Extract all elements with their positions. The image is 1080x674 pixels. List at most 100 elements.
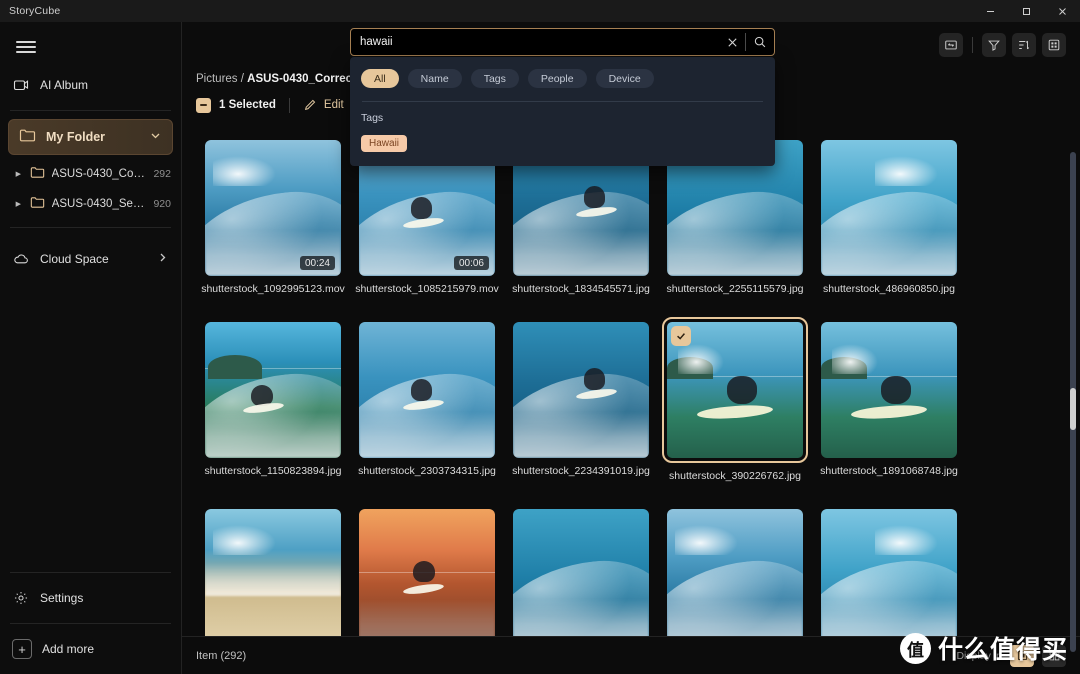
thumbnail-holder[interactable] (821, 509, 957, 636)
vertical-scrollbar[interactable] (1070, 152, 1076, 652)
thumbnail-holder[interactable] (359, 322, 495, 458)
search-input[interactable] (360, 36, 719, 48)
folder-icon (30, 195, 45, 213)
sidebar-item-add-more[interactable]: + Add more (0, 632, 181, 666)
sidebar-item-settings[interactable]: Settings (0, 581, 181, 615)
search-overlay: All Name Tags People Device Tags Hawaii (350, 28, 775, 166)
scrollbar-thumb[interactable] (1070, 388, 1076, 430)
sidebar-item-cloud-space[interactable]: Cloud Space (0, 242, 181, 276)
thumbnail-image[interactable] (359, 509, 495, 636)
close-icon[interactable] (1044, 0, 1080, 22)
photo-grid-item[interactable]: shutterstock_390226762.jpg (658, 317, 812, 483)
display-large-icon[interactable] (1010, 644, 1034, 667)
item-count-label: Item (292) (196, 649, 247, 662)
thumbnail-holder[interactable] (821, 322, 957, 458)
photo-grid-item[interactable]: shutterstock_1891068748.jpg (812, 322, 966, 483)
chevron-down-icon[interactable] (149, 129, 162, 145)
thumbnail-holder[interactable] (821, 140, 957, 276)
checkmark-icon[interactable] (671, 326, 691, 346)
search-filter-chip[interactable]: People (527, 69, 587, 88)
search-filter-chip[interactable]: Name (407, 69, 462, 88)
display-small-icon[interactable] (1042, 644, 1066, 667)
photo-grid-item[interactable]: shutterstock_1427363489.jpg (812, 509, 966, 636)
thumbnail-holder[interactable] (662, 317, 808, 463)
grid-row-gap (196, 296, 966, 322)
photo-grid-item[interactable]: shutterstock_486960850.jpg (812, 140, 966, 296)
cloud-icon (12, 250, 30, 268)
view-tools (939, 32, 1066, 57)
thumbnail-image[interactable] (821, 140, 957, 276)
thumbnail-image[interactable] (205, 509, 341, 636)
file-name-label: shutterstock_390226762.jpg (669, 470, 801, 482)
folder-icon (19, 127, 36, 147)
thumbnail-holder[interactable] (359, 509, 495, 636)
filter-icon[interactable] (982, 32, 1006, 57)
tag-suggestion-pill[interactable]: Hawaii (361, 135, 408, 152)
selected-count-label: 1 Selected (219, 99, 276, 111)
thumbnail-image[interactable] (205, 322, 341, 458)
sidebar-item-ai-album[interactable]: AI Album (0, 68, 181, 102)
sidebar-item-label: AI Album (40, 78, 89, 92)
search-bar[interactable] (350, 28, 775, 56)
thumbnail-holder[interactable] (205, 509, 341, 636)
file-name-label: shutterstock_486960850.jpg (823, 283, 955, 295)
photo-grid-item[interactable]: shutterstock_2234391019.jpg (504, 322, 658, 483)
file-name-label: shutterstock_2234391019.jpg (512, 465, 650, 477)
sidebar-item-subfolder[interactable]: ▶ ASUS-0430_Select... 920 (0, 189, 181, 219)
photo-grid-item[interactable]: shutterstock_2374742241.jpg (504, 509, 658, 636)
search-icon[interactable] (746, 35, 774, 49)
photo-grid-item[interactable]: shutterstock_1553604602.jpg (350, 509, 504, 636)
thumbnail-holder[interactable] (513, 322, 649, 458)
sidebar-divider-1 (10, 110, 171, 111)
chevron-right-icon[interactable] (156, 251, 169, 267)
sidebar-item-label: Cloud Space (40, 252, 109, 266)
display-controls: Display in (956, 644, 1066, 667)
thumbnail-image[interactable] (359, 322, 495, 458)
sidebar-item-subfolder[interactable]: ▶ ASUS-0430_Correc... 292 (0, 159, 181, 189)
sidebar-item-my-folder[interactable]: My Folder (8, 119, 173, 155)
search-filter-chip[interactable]: Tags (470, 69, 519, 88)
triangle-right-icon[interactable]: ▶ (14, 170, 23, 178)
plus-icon: + (12, 639, 32, 659)
file-name-label: shutterstock_1891068748.jpg (820, 465, 958, 477)
thumbnail-image[interactable] (513, 509, 649, 636)
subfolder-count: 920 (153, 198, 171, 210)
photo-grid-item[interactable]: shutterstock_1150823894.jpg (196, 322, 350, 483)
photo-grid-item[interactable]: shutterstock_543350221.jpg (196, 509, 350, 636)
file-name-label: shutterstock_2303734315.jpg (358, 465, 496, 477)
photo-grid-scroll-area[interactable]: 00:24 shutterstock_1092995123.mov 00:06 shu… (182, 140, 1080, 636)
thumbnail-holder[interactable] (667, 509, 803, 636)
thumbnail-holder[interactable] (513, 509, 649, 636)
minimize-icon[interactable] (972, 0, 1008, 22)
thumbnail-image[interactable] (821, 509, 957, 636)
suggestions-section-label: Tags (361, 112, 384, 124)
select-all-checkbox[interactable] (196, 97, 211, 113)
photo-grid-item[interactable]: shutterstock_2303734315.jpg (350, 322, 504, 483)
thumbnail-holder[interactable]: 00:24 (205, 140, 341, 276)
photo-grid: 00:24 shutterstock_1092995123.mov 00:06 shu… (182, 140, 1080, 636)
thumbnail-image[interactable] (821, 322, 957, 458)
thumbnail-image[interactable] (513, 322, 649, 458)
photo-grid-item[interactable]: shutterstock_685381762.jpg (658, 509, 812, 636)
sidebar-divider-3 (10, 572, 171, 573)
video-duration-badge: 00:06 (453, 256, 489, 270)
close-icon[interactable] (719, 36, 745, 49)
thumbnail-image[interactable] (667, 509, 803, 636)
edit-button[interactable]: Edit (303, 98, 344, 113)
search-filter-chip[interactable]: All (361, 69, 399, 88)
search-filter-chip[interactable]: Device (595, 69, 654, 88)
maximize-icon[interactable] (1008, 0, 1044, 22)
hamburger-icon[interactable] (8, 32, 44, 62)
dropdown-divider (362, 101, 763, 102)
sidebar-item-label: Settings (40, 591, 84, 605)
triangle-right-icon[interactable]: ▶ (14, 200, 23, 208)
grid-view-icon[interactable] (1042, 32, 1066, 57)
thumbnail-holder[interactable] (205, 322, 341, 458)
compare-icon[interactable] (939, 32, 963, 57)
subfolder-label: ASUS-0430_Correc... (51, 168, 147, 180)
file-name-label: shutterstock_1085215979.mov (355, 283, 499, 295)
photo-grid-item[interactable]: 00:24 shutterstock_1092995123.mov (196, 140, 350, 296)
status-bar: Item (292) Display in (182, 636, 1080, 674)
sort-icon[interactable] (1012, 32, 1036, 57)
breadcrumb-root[interactable]: Pictures (196, 73, 238, 85)
